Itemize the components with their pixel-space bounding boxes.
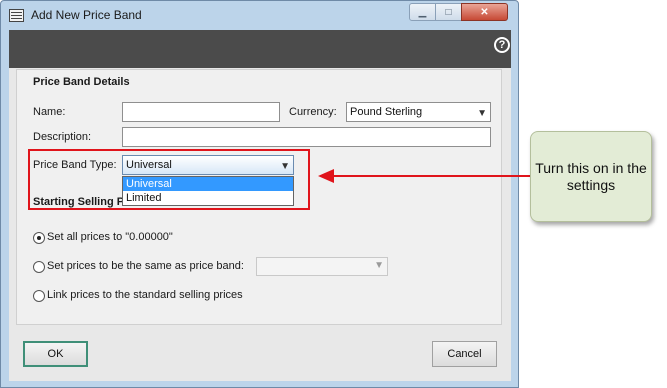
title-bar[interactable]: Add New Price Band ▁ □ ✕: [1, 1, 520, 30]
close-icon: ✕: [480, 6, 489, 18]
currency-label: Currency:: [289, 106, 337, 118]
callout-text: Turn this on in the settings: [535, 159, 647, 193]
app-window-icon: [9, 9, 24, 22]
name-label: Name:: [33, 106, 66, 118]
radio-label-same-as-price-band: Set prices to be the same as price band:: [47, 260, 244, 272]
currency-select[interactable]: Pound Sterling ▼: [346, 102, 491, 122]
window-title: Add New Price Band: [31, 8, 142, 22]
highlight-box: [28, 149, 310, 210]
radio-same-as-price-band[interactable]: [33, 261, 45, 273]
section-heading-details: Price Band Details: [33, 76, 130, 88]
currency-value: Pound Sterling: [350, 106, 423, 118]
minimize-button[interactable]: ▁: [409, 3, 436, 21]
radio-label-set-all-prices: Set all prices to "0.00000": [47, 231, 173, 243]
help-icon[interactable]: ?: [494, 37, 510, 53]
cancel-button[interactable]: Cancel: [432, 341, 497, 367]
chevron-down-icon: ▼: [374, 260, 384, 271]
radio-set-all-prices[interactable]: [33, 232, 45, 244]
maximize-icon: □: [445, 6, 452, 18]
price-band-select[interactable]: ▼: [256, 257, 388, 276]
name-input[interactable]: [122, 102, 280, 122]
description-input[interactable]: [122, 127, 491, 147]
radio-label-link-standard-prices: Link prices to the standard selling pric…: [47, 289, 243, 301]
callout-note: Turn this on in the settings: [530, 131, 652, 222]
radio-link-standard-prices[interactable]: [33, 290, 45, 302]
callout-arrow: [318, 169, 532, 183]
description-label: Description:: [33, 131, 92, 143]
close-button[interactable]: ✕: [461, 3, 508, 21]
chevron-down-icon: ▼: [477, 108, 487, 119]
maximize-button[interactable]: □: [435, 3, 462, 21]
minimize-icon: ▁: [418, 6, 427, 18]
ok-button[interactable]: OK: [23, 341, 88, 367]
header-strip: ?: [9, 30, 511, 68]
